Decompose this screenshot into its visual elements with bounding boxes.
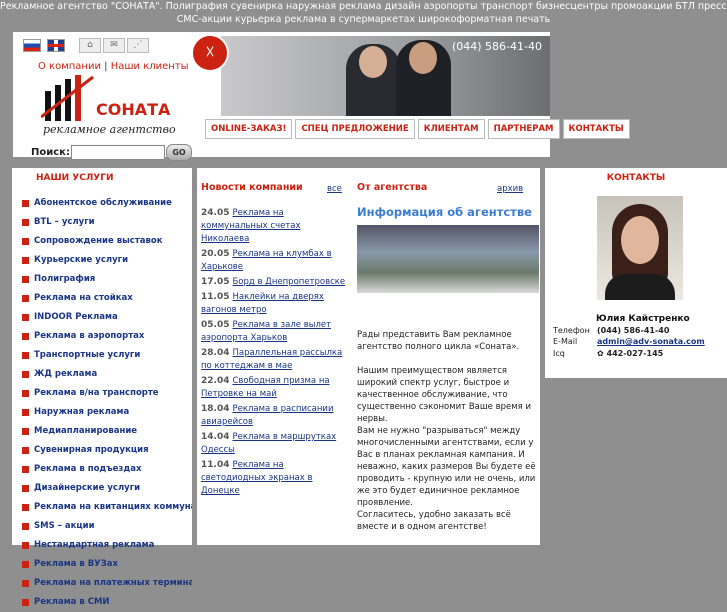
news-all-link[interactable]: все <box>327 184 342 194</box>
logo-text: СОНАТА <box>96 100 171 119</box>
icq-label: Icq <box>553 349 565 358</box>
service-item[interactable]: SMS – акции <box>12 517 192 536</box>
menu-special-offer[interactable]: СПЕЦ ПРЕДЛОЖЕНИЕ <box>295 119 415 139</box>
news-item: 17.05 Борд в Днепропетровске <box>201 276 351 289</box>
header-photo: (044) 586-41-40 <box>221 36 550 116</box>
sitemap-icon[interactable]: ⋰ <box>127 38 149 53</box>
agency-info-title: Информация об агентстве <box>357 205 532 219</box>
service-item[interactable]: Реклама на стойках <box>12 289 192 308</box>
service-item[interactable]: Сувенирная продукция <box>12 441 192 460</box>
service-item[interactable]: Абонентское обслуживание <box>12 194 192 213</box>
service-item[interactable]: Медиапланирование <box>12 422 192 441</box>
service-item[interactable]: Наружная реклама <box>12 403 192 422</box>
logo-mark-icon <box>40 75 94 121</box>
menu-partners[interactable]: ПАРТНЕРАМ <box>487 119 560 139</box>
home-icon[interactable]: ⌂ <box>79 38 101 53</box>
news-item: 05.05 Реклама в зале вылет аэропорта Харь… <box>201 319 351 345</box>
agency-archive-link[interactable]: архив <box>497 184 523 194</box>
service-item[interactable]: ЖД реклама <box>12 365 192 384</box>
english-flag-icon[interactable] <box>47 39 65 52</box>
service-item[interactable]: Сопровождение выставок <box>12 232 192 251</box>
service-item[interactable]: Нестандартная реклама <box>12 536 192 555</box>
service-item[interactable]: Дизайнерские услуги <box>12 479 192 498</box>
news-date: 20.05 <box>201 249 230 259</box>
service-item[interactable]: INDOOR Реклама <box>12 308 192 327</box>
news-list: 24.05 Реклама на коммунальных счетах Нико… <box>201 207 351 498</box>
news-date: 17.05 <box>201 277 230 287</box>
service-item[interactable]: Реклама на платежных терминалах <box>12 574 192 593</box>
contacts-title: КОНТАКТЫ <box>606 173 666 183</box>
news-date: 14.04 <box>201 432 230 442</box>
service-item[interactable]: Реклама в аэропортах <box>12 327 192 346</box>
icq-icon: ✿ <box>597 349 604 358</box>
main-content: Новости компании все 24.05 Реклама на ком… <box>197 168 540 545</box>
service-item[interactable]: Реклама в подъездах <box>12 460 192 479</box>
news-item: 11.05 Наклейки на дверях вагонов метро <box>201 291 351 317</box>
news-item: 22.04 Свободная призма на Петровке на май <box>201 375 351 401</box>
service-item[interactable]: Реклама в ВУЗах <box>12 555 192 574</box>
seo-line-1: Рекламное агентство "СОНАТА". Полиграфия… <box>0 1 727 12</box>
news-item: 11.04 Реклама на светодиодных экранах в Д… <box>201 459 351 498</box>
search-bar: Поиск: GO <box>13 141 203 163</box>
contact-email[interactable]: admin@adv-sonata.com <box>597 337 705 346</box>
search-label: Поиск: <box>31 147 70 158</box>
services-title: НАШИ УСЛУГИ <box>36 173 114 183</box>
mail-icon[interactable]: ✉ <box>103 38 125 53</box>
news-item: 14.04 Реклама в маршрутках Одессы <box>201 431 351 457</box>
services-panel: НАШИ УСЛУГИ Абонентское обслуживание BTL… <box>12 168 192 607</box>
menu-clients[interactable]: КЛИЕНТАМ <box>417 119 485 139</box>
site-header: ⌂ ✉ ⋰ О компании | Наши клиенты СОНАТА р… <box>13 32 630 157</box>
service-item[interactable]: Реклама в/на транспорте <box>12 384 192 403</box>
agency-column: От агентства архив Информация об агентст… <box>357 168 539 533</box>
header-links: О компании | Наши клиенты <box>38 61 189 72</box>
search-go-button[interactable]: GO <box>166 144 192 161</box>
news-link[interactable]: Борд в Днепропетровске <box>232 277 345 287</box>
menu-contacts[interactable]: КОНТАКТЫ <box>562 119 630 139</box>
language-switcher <box>23 39 65 52</box>
news-date: 11.04 <box>201 460 230 470</box>
contact-phone: (044) 586-41-40 <box>597 326 670 335</box>
service-item[interactable]: Реклама на квитанциях коммунальных <box>12 498 192 517</box>
company-logo[interactable]: СОНАТА <box>40 73 170 128</box>
menu-online-order[interactable]: ONLINE-ЗАКАЗ! <box>205 119 293 139</box>
search-input[interactable] <box>71 145 165 160</box>
phone-label: Телефон <box>553 326 590 335</box>
news-date: 11.05 <box>201 292 230 302</box>
clients-link[interactable]: Наши клиенты <box>111 61 189 72</box>
email-label: E-Mail <box>553 337 578 346</box>
service-item[interactable]: Полиграфия <box>12 270 192 289</box>
news-date: 28.04 <box>201 348 230 358</box>
news-date: 18.04 <box>201 404 230 414</box>
header-phone: (044) 586-41-40 <box>451 40 542 53</box>
email-link[interactable]: admin@adv-sonata.com <box>597 337 705 346</box>
slogan: рекламное агентство <box>43 123 176 136</box>
russian-flag-icon[interactable] <box>23 39 41 52</box>
news-item: 28.04 Параллельная рассылка по коттеджам … <box>201 347 351 373</box>
service-item[interactable]: BTL – услуги <box>12 213 192 232</box>
header-icons: ⌂ ✉ ⋰ <box>79 38 151 53</box>
contact-photo <box>597 196 683 300</box>
news-date: 05.05 <box>201 320 230 330</box>
news-date: 24.05 <box>201 208 230 218</box>
services-list: Абонентское обслуживание BTL – услуги Со… <box>12 194 192 612</box>
about-link[interactable]: О компании <box>38 61 101 72</box>
news-item: 24.05 Реклама на коммунальных счетах Нико… <box>201 207 351 246</box>
agency-description: Рады представить Вам рекламное агентство… <box>357 330 536 532</box>
news-date: 22.04 <box>201 376 230 386</box>
news-column: Новости компании все 24.05 Реклама на ком… <box>201 168 351 500</box>
service-item[interactable]: Реклама в СМИ <box>12 593 192 612</box>
contact-name: Юлия Кайстренко <box>596 314 690 324</box>
seo-line-2: СМС-акции курьерка реклама в супермаркет… <box>176 14 551 25</box>
contact-icq: ✿ 442-027-145 <box>597 349 664 358</box>
service-item[interactable]: Транспортные услуги <box>12 346 192 365</box>
news-item: 18.04 Реклама в расписании авиарейсов <box>201 403 351 429</box>
seo-banner: Рекламное агентство "СОНАТА". Полиграфия… <box>0 0 727 30</box>
brand-badge-icon: ☓ <box>191 34 229 72</box>
service-item[interactable]: Курьерские услуги <box>12 251 192 270</box>
contacts-panel: КОНТАКТЫ Юлия Кайстренко Телефон (044) 5… <box>545 168 727 378</box>
news-item: 20.05 Реклама на клумбах в Харькове <box>201 248 351 274</box>
main-menu: ONLINE-ЗАКАЗ! СПЕЦ ПРЕДЛОЖЕНИЕ КЛИЕНТАМ … <box>205 119 630 139</box>
office-photo <box>357 225 539 293</box>
